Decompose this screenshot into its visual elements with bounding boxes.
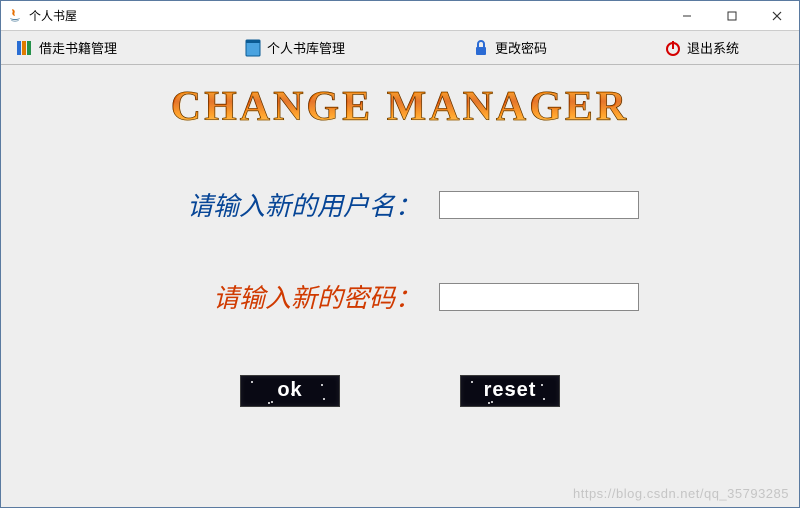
menu-label: 借走书籍管理	[39, 38, 117, 57]
reset-button[interactable]: reset	[460, 375, 560, 407]
page-title: CHANGE MANAGER	[1, 65, 799, 131]
window-titlebar: 个人书屋	[1, 1, 799, 31]
menu-change-password[interactable]: 更改密码	[463, 31, 555, 64]
book-icon	[243, 38, 263, 58]
password-input[interactable]	[439, 283, 639, 311]
form-area: 请输入新的用户名： 请输入新的密码：	[1, 186, 799, 315]
minimize-button[interactable]	[664, 1, 709, 30]
menu-personal-library[interactable]: 个人书库管理	[235, 31, 353, 64]
content-panel: CHANGE MANAGER 请输入新的用户名： 请输入新的密码： ok res…	[1, 65, 799, 507]
maximize-button[interactable]	[709, 1, 754, 30]
java-icon	[7, 8, 23, 24]
username-label: 请输入新的用户名：	[161, 186, 421, 223]
menubar: 借走书籍管理 个人书库管理 更改密码 退出系统	[1, 31, 799, 65]
ok-button[interactable]: ok	[240, 375, 340, 407]
password-label: 请输入新的密码：	[161, 278, 421, 315]
password-row: 请输入新的密码：	[161, 278, 639, 315]
watermark: https://blog.csdn.net/qq_35793285	[573, 486, 789, 501]
close-button[interactable]	[754, 1, 799, 30]
username-input[interactable]	[439, 191, 639, 219]
menu-label: 更改密码	[495, 38, 547, 57]
power-icon	[663, 38, 683, 58]
button-row: ok reset	[1, 375, 799, 407]
menu-exit-system[interactable]: 退出系统	[655, 31, 747, 64]
menu-borrowed-books[interactable]: 借走书籍管理	[7, 31, 125, 64]
books-icon	[15, 38, 35, 58]
menu-label: 退出系统	[687, 38, 739, 57]
lock-icon	[471, 38, 491, 58]
window-title: 个人书屋	[29, 7, 77, 24]
username-row: 请输入新的用户名：	[161, 186, 639, 223]
menu-label: 个人书库管理	[267, 38, 345, 57]
window-controls	[664, 1, 799, 30]
